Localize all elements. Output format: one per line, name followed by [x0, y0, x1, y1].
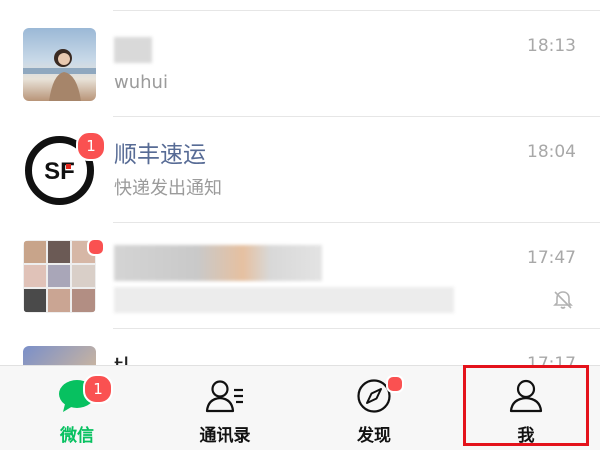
chat-preview: wuhui: [114, 72, 168, 93]
highlight-box: [463, 365, 589, 446]
chat-time: 18:04: [527, 142, 576, 162]
chat-name: tl: [114, 353, 129, 365]
sf-logo-text: SF: [44, 158, 75, 185]
tab-dot: [386, 375, 404, 393]
chat-row[interactable]: tl 17:17: [0, 329, 600, 365]
chat-row[interactable]: wuhui 18:13: [0, 11, 600, 117]
contacts-icon: [205, 380, 243, 413]
name-blurred: [114, 37, 152, 63]
name-blurred: [114, 245, 322, 281]
person-photo-icon: [23, 49, 96, 101]
tab-chats[interactable]: 1 微信: [17, 366, 137, 450]
chat-time: 17:17: [527, 354, 576, 365]
chat-row[interactable]: 17:47: [0, 223, 600, 329]
tab-discover[interactable]: 发现: [314, 366, 434, 450]
tab-label: 发现: [357, 426, 391, 446]
tab-label: 通讯录: [199, 426, 251, 446]
preview-blurred: [114, 287, 454, 313]
bell-muted-icon: [553, 291, 573, 309]
chat-time: 17:47: [527, 248, 576, 268]
chat-row[interactable]: SF 1 顺丰速运 快递发出通知 18:04: [0, 117, 600, 223]
chat-list: wuhui 18:13 SF 1 顺丰速运 快递发出通知 18:04 17:47…: [0, 0, 600, 365]
chat-name: 顺丰速运: [114, 142, 206, 168]
group-avatar-grid-icon: [24, 241, 95, 312]
group-grid-avatar: [23, 240, 96, 313]
photo-avatar-partial: [23, 346, 96, 365]
chat-preview: 快递发出通知: [114, 178, 222, 199]
unread-badge: 1: [76, 131, 106, 161]
tab-label: 微信: [60, 426, 94, 446]
tab-badge: 1: [83, 374, 113, 404]
tab-contacts[interactable]: 通讯录: [165, 366, 285, 450]
chat-time: 18:13: [527, 36, 576, 56]
photo-avatar: [23, 28, 96, 101]
unread-dot: [87, 238, 105, 256]
